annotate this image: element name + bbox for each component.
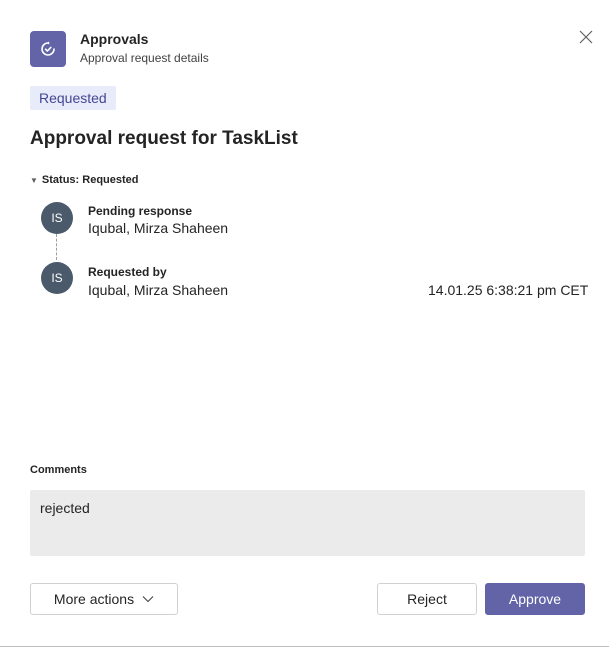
status-section-label: Status: Requested (41, 174, 139, 186)
step-label-requested-by: Requested by (88, 265, 167, 279)
caret-down-icon: ▼ (30, 175, 38, 185)
app-title: Approvals (80, 31, 149, 47)
more-actions-label: More actions (53, 591, 135, 607)
avatar: IS (41, 262, 73, 294)
status-section-toggle[interactable]: ▼ Status: Requested (30, 174, 139, 186)
close-icon (579, 30, 593, 44)
reject-button[interactable]: Reject (377, 583, 477, 615)
comments-text: rejected (40, 500, 90, 516)
chevron-down-icon (142, 596, 154, 603)
approvals-icon (30, 31, 66, 67)
approval-details-dialog: Approvals Approval request details Reque… (0, 0, 609, 651)
avatar: IS (41, 202, 73, 234)
step-label-pending: Pending response (88, 204, 193, 218)
step-name-requested-by: Iqubal, Mirza Shaheen (88, 282, 229, 298)
step-name-pending: Iqubal, Mirza Shaheen (88, 220, 229, 236)
app-subtitle: Approval request details (80, 51, 209, 65)
request-title: Approval request for TaskList (30, 128, 298, 149)
comments-label: Comments (30, 464, 87, 476)
status-badge: Requested (30, 86, 116, 110)
divider (0, 646, 609, 647)
timeline-connector (56, 234, 57, 260)
approve-button[interactable]: Approve (485, 583, 585, 615)
more-actions-button[interactable]: More actions (30, 583, 178, 615)
comments-box: rejected (30, 490, 585, 556)
close-button[interactable] (574, 25, 598, 49)
request-timestamp: 14.01.25 6:38:21 pm CET (428, 282, 589, 298)
